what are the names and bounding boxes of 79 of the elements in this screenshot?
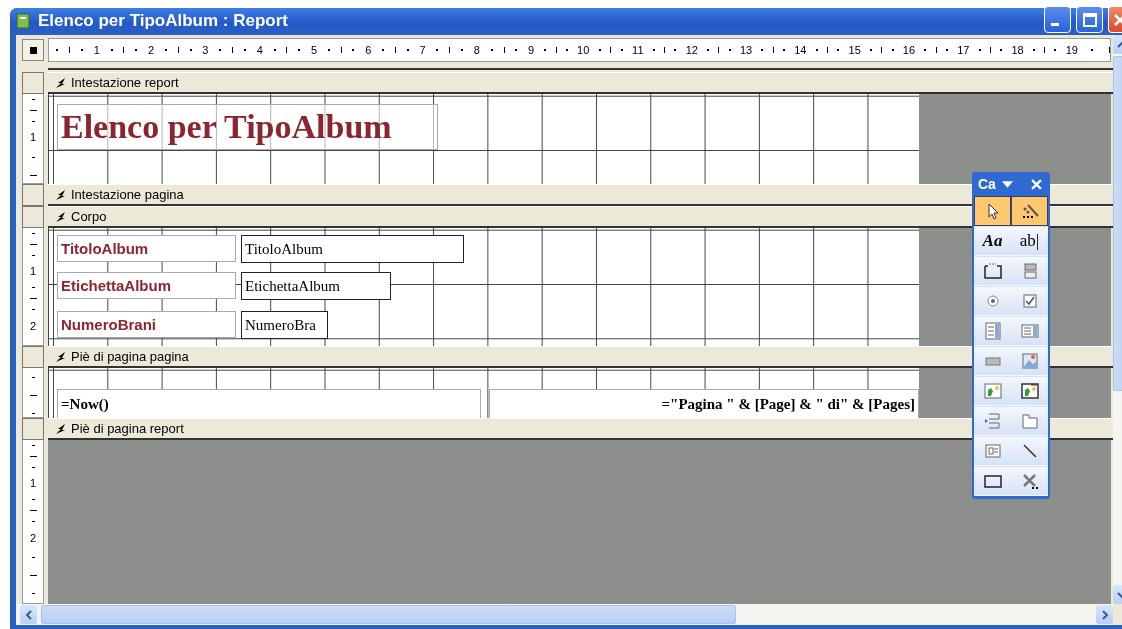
close-icon (1113, 13, 1122, 26)
subform-icon (982, 441, 1003, 461)
ruler-number: 10 (577, 44, 590, 57)
section-title: Corpo (71, 209, 107, 225)
ruler-number: 15 (848, 44, 861, 57)
chevron-right-icon (1099, 609, 1110, 620)
scroll-right-button[interactable] (1096, 605, 1113, 624)
section-bar[interactable]: Corpo (48, 206, 1113, 229)
frame-icon (982, 261, 1003, 281)
report-title-label[interactable]: Elenco per TipoAlbum (57, 104, 438, 151)
expression-box[interactable]: ="Pagina " & [Page] & " di" & [Pages] (489, 389, 919, 419)
field-label[interactable]: NumeroBrani (57, 311, 236, 339)
dropdown-icon[interactable] (1001, 179, 1013, 189)
section-bar[interactable]: Piè di pagina pagina (48, 346, 1113, 369)
section-bar[interactable]: Piè di pagina report (48, 418, 1113, 441)
expression-box[interactable]: =Now() (57, 389, 481, 419)
tool-button[interactable] (974, 466, 1011, 496)
ruler-number: 2 (29, 531, 37, 544)
ruler-number: 5 (310, 44, 318, 57)
ruler-number: 1 (93, 44, 100, 57)
text-box[interactable]: EtichettaAlbum (241, 272, 391, 301)
tool-button[interactable] (1011, 196, 1048, 226)
ruler-number: 3 (202, 44, 209, 57)
ruler-number: 17 (957, 44, 970, 57)
scroll-left-button[interactable] (20, 605, 37, 624)
field-label[interactable]: EtichettaAlbum (57, 272, 236, 300)
close-icon[interactable] (1031, 178, 1042, 190)
report-icon (16, 12, 30, 29)
section-selector[interactable] (22, 184, 44, 207)
section-selector[interactable] (22, 346, 44, 369)
tool-button[interactable] (974, 196, 1011, 226)
ruler-number: 18 (1011, 44, 1024, 57)
ruler-number: 1 (29, 131, 37, 144)
tool-button[interactable]: Aa (974, 226, 1011, 256)
object-frame-icon (982, 381, 1003, 401)
ruler-number: 7 (419, 44, 426, 57)
scroll-thumb[interactable] (41, 605, 736, 624)
text-box[interactable]: NumeroBra (241, 311, 328, 340)
field-label[interactable]: TitoloAlbum (57, 235, 236, 263)
maximize-icon (1081, 11, 1098, 28)
vertical-ruler (22, 368, 44, 419)
ruler-number: 13 (739, 44, 753, 57)
image-icon (1019, 351, 1040, 371)
section-selector[interactable] (22, 206, 44, 229)
tab-control-icon (1019, 411, 1040, 431)
window-title: Elenco per TipoAlbum : Report (38, 10, 289, 31)
maximize-button[interactable] (1076, 6, 1103, 34)
ruler-number: 14 (794, 44, 807, 57)
tool-button[interactable]: ab| (1011, 226, 1048, 256)
ruler-number: 6 (365, 44, 372, 57)
ruler-number: 1 (29, 477, 37, 490)
ruler-number: 8 (473, 44, 480, 57)
section-title: Intestazione pagina (71, 187, 184, 203)
chevron-left-icon (23, 609, 34, 620)
text-box[interactable]: TitoloAlbum (241, 235, 464, 264)
page-break-icon (982, 411, 1003, 431)
section-selector[interactable] (22, 72, 44, 95)
ruler-number: 12 (685, 44, 698, 57)
section-bar[interactable]: Intestazione report (48, 72, 1113, 95)
report-selector[interactable] (22, 39, 44, 62)
section-title: Intestazione report (71, 75, 179, 91)
ruler-number: 2 (148, 44, 155, 57)
tool-button[interactable] (1011, 376, 1048, 406)
section-selector[interactable] (22, 418, 44, 441)
ruler-number: 9 (528, 44, 535, 57)
minimize-button[interactable] (1044, 6, 1071, 34)
minimize-icon (1050, 23, 1059, 27)
ruler-number: 2 (29, 319, 37, 332)
list-box-icon (1019, 321, 1040, 341)
section-title: Piè di pagina report (71, 421, 184, 437)
ruler-number: 16 (902, 44, 916, 57)
section-title: Piè di pagina pagina (71, 349, 189, 365)
combo-box-icon (982, 321, 1003, 341)
object-frame-icon (1019, 381, 1040, 401)
ruler-number: 19 (1065, 44, 1078, 57)
ruler-number: 11 (632, 44, 644, 57)
tool-button[interactable] (974, 256, 1011, 286)
ruler-number: 4 (256, 44, 263, 57)
ruler-number: 1 (29, 265, 37, 278)
